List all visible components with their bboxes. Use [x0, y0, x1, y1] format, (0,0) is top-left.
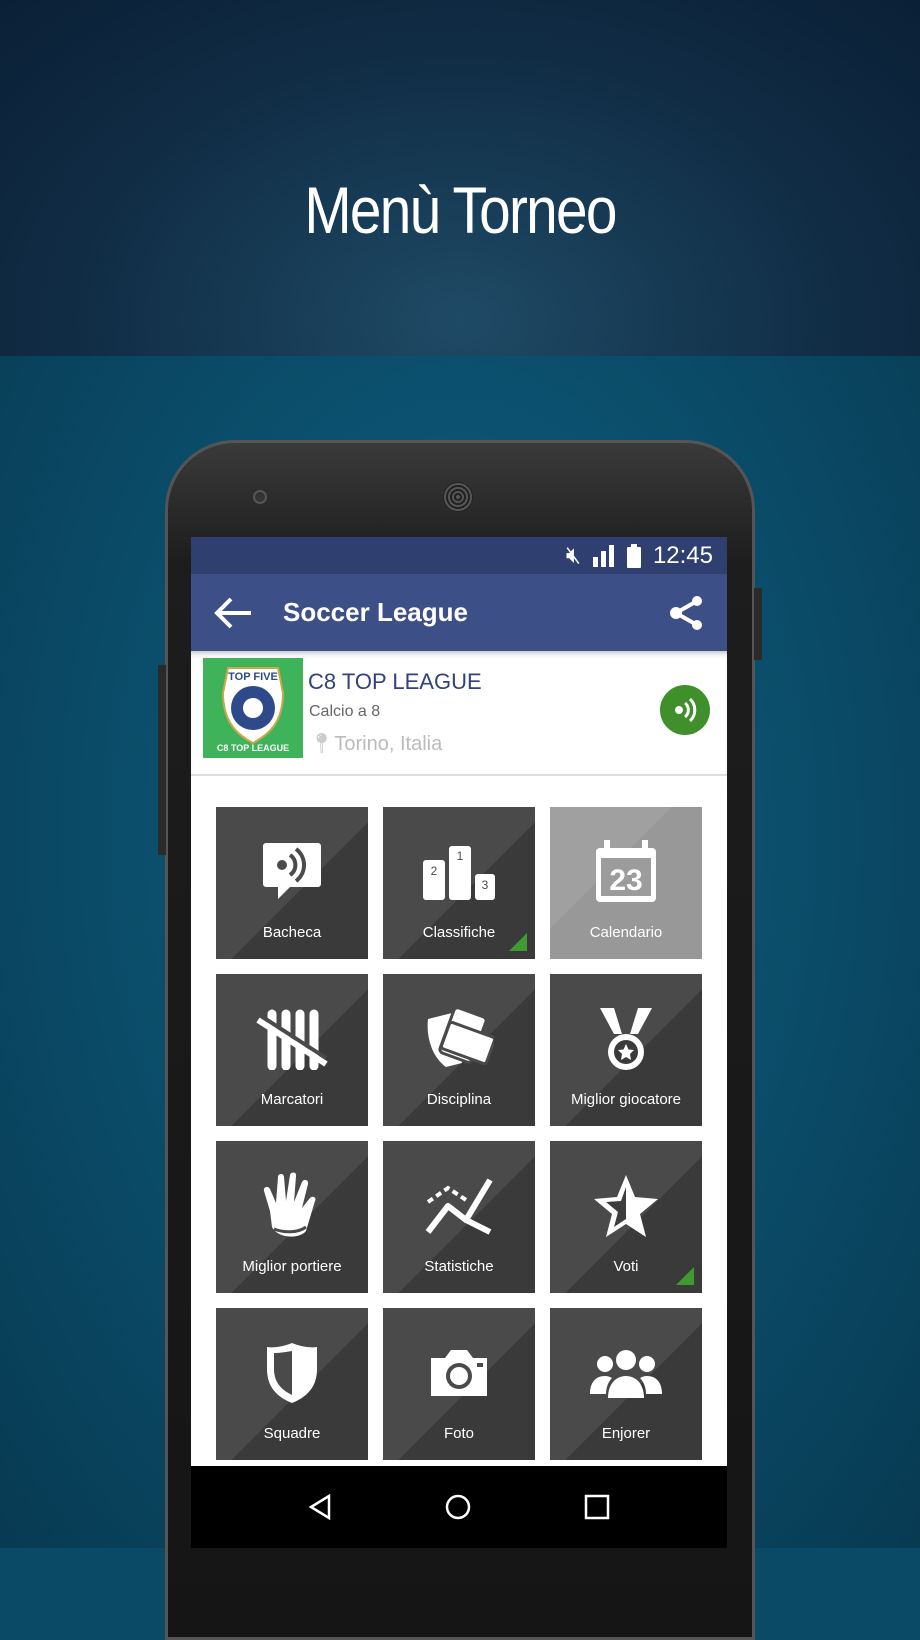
home-nav-icon[interactable] — [445, 1494, 471, 1520]
tile-squadre[interactable]: Squadre — [216, 1308, 368, 1460]
phone-side-button — [158, 665, 166, 855]
recents-nav-icon[interactable] — [584, 1494, 610, 1520]
headline: Menù Torneo — [304, 173, 617, 247]
podium-2: 2 — [431, 864, 438, 878]
app-title: Soccer League — [283, 597, 468, 627]
tile-label: Enjorer — [601, 1425, 651, 1442]
podium-icon: 2 1 3 — [383, 837, 535, 907]
tile-voti[interactable]: Voti — [550, 1141, 702, 1293]
medal-icon — [550, 1004, 702, 1074]
tile-bacheca[interactable]: Bacheca — [216, 807, 368, 959]
camera-icon — [253, 490, 267, 504]
calendar-icon: 23 — [550, 837, 702, 907]
header-banner: Menù Torneo — [0, 0, 920, 356]
cards-icon — [383, 1004, 535, 1074]
phone-screen: 🔇︎ 12:45 Soccer League TOP FIVE C8 TOP LE… — [191, 537, 727, 1466]
arrow-left-icon[interactable] — [213, 595, 253, 631]
glove-icon — [216, 1171, 368, 1241]
tile-miglior-portiere[interactable]: Miglior portiere — [216, 1141, 368, 1293]
svg-text:23: 23 — [609, 864, 642, 897]
league-location: 📍︎Torino, Italia — [309, 731, 442, 756]
league-sport: Calcio a 8 — [309, 703, 381, 720]
tile-label: Miglior giocatore — [570, 1091, 682, 1108]
svg-text:3: 3 — [482, 878, 489, 892]
tile-label: Squadre — [263, 1425, 321, 1442]
nav-bar — [191, 1466, 727, 1548]
tile-disciplina[interactable]: Disciplina — [383, 974, 535, 1126]
star-icon — [550, 1171, 702, 1241]
league-name: C8 TOP LEAGUE — [308, 669, 482, 694]
svg-text:TOP FIVE: TOP FIVE — [228, 671, 278, 683]
location-pin-icon: 📍︎ — [309, 733, 335, 755]
camera-icon — [383, 1338, 535, 1408]
tile-miglior-giocatore[interactable]: Miglior giocatore — [550, 974, 702, 1126]
tile-label: Miglior portiere — [242, 1258, 342, 1275]
app-bar: Soccer League — [191, 574, 727, 651]
tile-marcatori[interactable]: Marcatori — [216, 974, 368, 1126]
svg-text:C8 TOP LEAGUE: C8 TOP LEAGUE — [217, 743, 289, 753]
group-icon — [550, 1338, 702, 1408]
tile-label: Bacheca — [262, 924, 322, 941]
tile-statistiche[interactable]: Statistiche — [383, 1141, 535, 1293]
share-icon[interactable] — [669, 595, 705, 631]
speaker-icon — [443, 482, 473, 512]
tile-label: Disciplina — [426, 1091, 492, 1108]
league-logo: TOP FIVE C8 TOP LEAGUE — [203, 658, 303, 758]
league-header: TOP FIVE C8 TOP LEAGUE C8 TOP LEAGUE Calc… — [191, 651, 727, 776]
new-badge — [676, 1267, 694, 1285]
tile-label: Foto — [443, 1425, 474, 1442]
tile-classifiche[interactable]: 2 1 3 Classifiche — [383, 807, 535, 959]
tally-icon — [216, 1004, 368, 1074]
chart-icon — [383, 1171, 535, 1241]
feed-button[interactable] — [660, 685, 710, 735]
battery-icon — [626, 543, 641, 568]
tile-calendario[interactable]: 23 Calendario — [550, 807, 702, 959]
new-badge — [509, 933, 527, 951]
tile-label: Calendario — [589, 924, 663, 941]
back-nav-icon[interactable] — [308, 1494, 332, 1520]
tile-foto[interactable]: Foto — [383, 1308, 535, 1460]
signal-icon — [592, 544, 614, 567]
feed-icon — [675, 697, 697, 723]
svg-text:1: 1 — [457, 849, 464, 863]
chat-feed-icon — [216, 837, 368, 907]
tile-enjorer[interactable]: Enjorer — [550, 1308, 702, 1460]
shield-icon — [216, 1338, 368, 1408]
tile-label: Statistiche — [424, 1258, 494, 1275]
status-bar: 🔇︎ 12:45 — [191, 537, 727, 574]
clock: 12:45 — [652, 541, 713, 569]
mute-icon: 🔇︎ — [565, 541, 581, 569]
tile-label: Marcatori — [260, 1091, 324, 1108]
phone-power-button — [754, 588, 762, 660]
location-text: Torino, Italia — [334, 733, 443, 755]
